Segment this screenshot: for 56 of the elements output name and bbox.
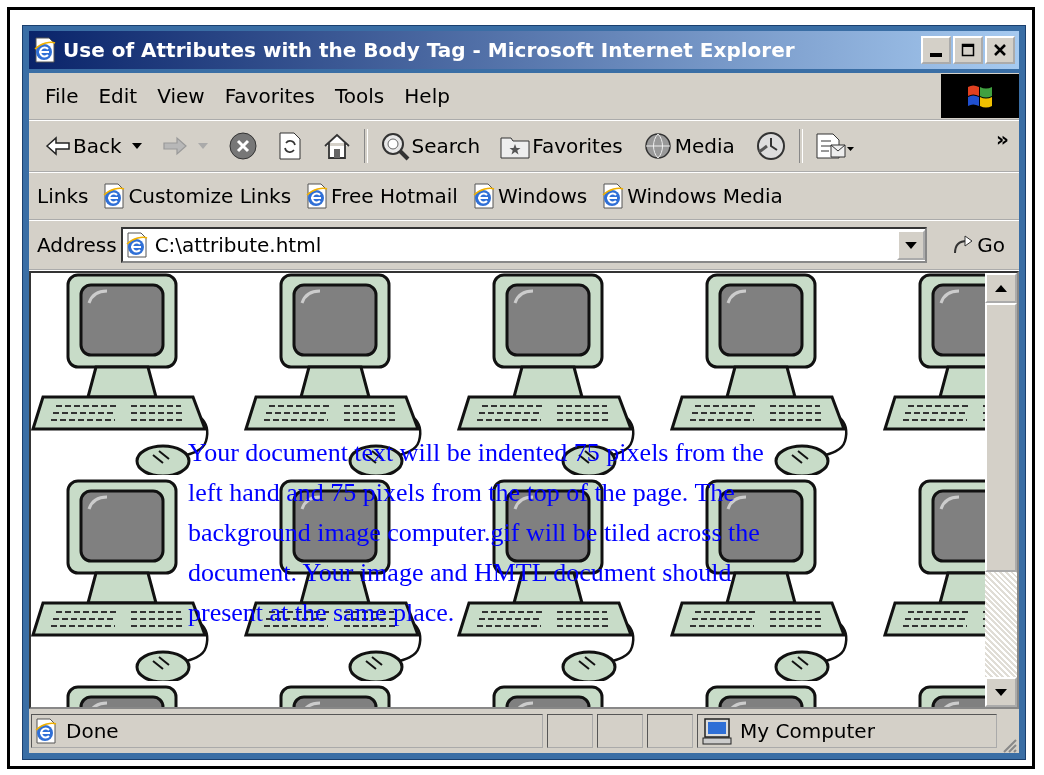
minimize-button[interactable] xyxy=(921,36,951,64)
back-button[interactable]: Back xyxy=(37,132,150,160)
link-button[interactable]: Customize Links xyxy=(102,183,292,209)
web-page-icon xyxy=(102,183,127,209)
dropdown-caret-icon xyxy=(197,143,208,149)
web-page-icon xyxy=(305,183,330,209)
web-page-icon xyxy=(33,37,57,63)
menu-item[interactable]: Help xyxy=(398,84,464,108)
status-panel xyxy=(647,714,693,748)
menu-item[interactable]: File xyxy=(39,84,93,108)
computer-icon xyxy=(702,717,732,745)
close-button[interactable] xyxy=(985,36,1015,64)
media-button[interactable]: Media xyxy=(634,129,743,163)
link-button[interactable]: Windows Media xyxy=(601,183,783,209)
search-icon xyxy=(379,131,410,161)
globe-icon xyxy=(642,131,673,161)
dropdown-button[interactable] xyxy=(897,230,926,260)
menu-item[interactable]: Edit xyxy=(92,84,152,108)
maximize-icon xyxy=(961,43,975,57)
maximize-button[interactable] xyxy=(953,36,983,64)
status-text: Done xyxy=(66,719,119,743)
web-page-icon xyxy=(601,183,626,209)
status-panel xyxy=(547,714,593,748)
vertical-scrollbar[interactable] xyxy=(985,273,1017,707)
search-button[interactable]: Search xyxy=(371,129,489,163)
menu-item[interactable]: Favorites xyxy=(218,84,329,108)
links-label: Links xyxy=(37,184,89,208)
status-panel xyxy=(597,714,643,748)
web-page-icon xyxy=(124,232,149,258)
link-button[interactable]: Free Hotmail xyxy=(305,183,458,209)
mail-icon xyxy=(814,131,855,161)
address-label: Address xyxy=(37,233,117,257)
favorites-button[interactable]: Favorites xyxy=(492,131,631,161)
address-field[interactable]: C:\attribute.html xyxy=(120,227,928,263)
up-arrow-icon xyxy=(995,284,1007,292)
go-button[interactable]: Go xyxy=(931,233,1019,257)
security-zone-text: My Computer xyxy=(740,719,875,743)
flag-logo-icon xyxy=(965,83,995,109)
dropdown-caret-icon xyxy=(131,143,142,149)
left-arrow-icon xyxy=(45,136,71,156)
refresh-icon xyxy=(277,131,302,161)
caret-icon xyxy=(905,241,918,249)
menu-item[interactable]: Tools xyxy=(329,84,399,108)
clock-icon xyxy=(754,130,787,162)
link-button[interactable]: Windows xyxy=(471,183,588,209)
menu-item[interactable]: View xyxy=(151,84,219,108)
toolbar-overflow-button[interactable]: » xyxy=(996,127,1009,151)
resize-grip-icon[interactable] xyxy=(1001,737,1017,753)
web-page-icon xyxy=(34,718,58,744)
down-arrow-icon xyxy=(995,688,1007,696)
web-page-icon xyxy=(471,183,496,209)
stop-icon xyxy=(227,131,258,161)
close-icon xyxy=(993,43,1007,57)
window-title: Use of Attributes with the Body Tag - Microsoft Internet Explorer xyxy=(63,38,796,62)
right-arrow-icon xyxy=(161,136,188,156)
minimize-icon xyxy=(930,53,942,57)
